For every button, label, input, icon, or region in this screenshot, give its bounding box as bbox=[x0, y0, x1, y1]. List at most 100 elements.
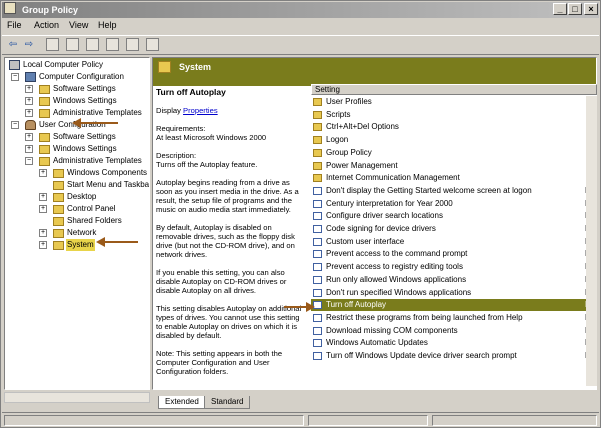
list-item[interactable]: Ctrl+Alt+Del Options bbox=[311, 121, 586, 133]
arrowhead-icon bbox=[72, 118, 81, 128]
description-paragraph: Note: This setting appears in both the C… bbox=[156, 349, 283, 376]
setting-name: Prevent access to registry editing tools bbox=[326, 262, 463, 272]
arrowhead-icon bbox=[96, 237, 105, 247]
settings-list: User Profiles Scripts Ctrl+Alt+Del Options… bbox=[311, 96, 586, 386]
expand-icon[interactable]: + bbox=[39, 193, 47, 201]
expand-icon[interactable]: + bbox=[39, 241, 47, 249]
folder-icon bbox=[53, 229, 64, 238]
collapse-icon[interactable]: − bbox=[11, 73, 19, 81]
expand-icon[interactable]: + bbox=[25, 85, 33, 93]
folder-icon bbox=[53, 181, 64, 190]
up-folder-icon[interactable] bbox=[46, 38, 59, 51]
list-column-header[interactable]: Setting bbox=[311, 84, 597, 95]
annotation-arrow bbox=[80, 122, 118, 124]
collapse-icon[interactable]: − bbox=[25, 157, 33, 165]
menu-view[interactable]: View bbox=[69, 20, 88, 30]
list-item[interactable]: Restrict these programs from being launc… bbox=[311, 312, 586, 324]
setting-icon bbox=[313, 326, 322, 335]
list-item[interactable]: Don't run specified Windows applications… bbox=[311, 287, 586, 299]
maximize-button[interactable]: □ bbox=[568, 3, 582, 15]
setting-icon bbox=[313, 288, 322, 297]
setting-name: Restrict these programs from being launc… bbox=[326, 312, 523, 322]
properties-icon[interactable] bbox=[86, 38, 99, 51]
expand-icon[interactable]: + bbox=[39, 229, 47, 237]
setting-name: Windows Automatic Updates bbox=[326, 338, 428, 348]
show-hide-tree-icon[interactable] bbox=[66, 38, 79, 51]
setting-icon bbox=[313, 186, 322, 195]
expand-icon[interactable]: + bbox=[25, 97, 33, 105]
tree-pane[interactable]: Local Computer Policy − Computer Configur… bbox=[4, 57, 150, 390]
list-item[interactable]: Turn off AutoplayNo bbox=[311, 299, 586, 312]
tab-extended[interactable]: Extended bbox=[158, 396, 206, 409]
annotation-arrow bbox=[284, 306, 306, 308]
forward-icon[interactable]: ⇨ bbox=[22, 38, 36, 51]
list-item[interactable]: Custom user interfaceNo bbox=[311, 236, 586, 248]
setting-name: Internet Communication Management bbox=[326, 173, 460, 183]
menu-bar: File Action View Help bbox=[2, 19, 599, 34]
list-item[interactable]: Run only allowed Windows applicationsNo bbox=[311, 274, 586, 286]
setting-name: Group Policy bbox=[326, 147, 372, 157]
folder-icon bbox=[53, 205, 64, 214]
list-item[interactable]: Prevent access to the command promptNo bbox=[311, 248, 586, 260]
description-paragraph: Autoplay begins reading from a drive as … bbox=[156, 178, 299, 214]
list-item[interactable]: Internet Communication Management bbox=[311, 172, 586, 184]
list-item[interactable]: Configure driver search locationsNo bbox=[311, 210, 586, 222]
expand-icon[interactable]: + bbox=[25, 145, 33, 153]
list-item[interactable]: Download missing COM componentsNo bbox=[311, 325, 586, 337]
back-icon[interactable]: ⇦ bbox=[6, 38, 20, 51]
tree-horizontal-scrollbar[interactable] bbox=[4, 392, 150, 403]
export-list-icon[interactable] bbox=[106, 38, 119, 51]
list-item[interactable]: Group Policy bbox=[311, 147, 586, 159]
folder-icon bbox=[39, 145, 50, 154]
list-item[interactable]: Power Management bbox=[311, 160, 586, 172]
list-item[interactable]: User Profiles bbox=[311, 96, 586, 108]
setting-icon bbox=[313, 237, 322, 246]
list-item[interactable]: Logon bbox=[311, 134, 586, 146]
arrowhead-icon bbox=[306, 302, 315, 312]
status-cell bbox=[432, 415, 597, 426]
expand-icon[interactable]: + bbox=[39, 205, 47, 213]
setting-name: User Profiles bbox=[326, 97, 372, 106]
folder-icon bbox=[39, 157, 50, 166]
menu-help[interactable]: Help bbox=[98, 20, 117, 30]
folder-icon bbox=[53, 217, 64, 226]
description-title: Turn off Autoplay bbox=[156, 88, 226, 97]
menu-file[interactable]: File bbox=[7, 20, 22, 30]
list-vertical-scrollbar[interactable] bbox=[586, 96, 597, 386]
column-setting[interactable]: Setting bbox=[315, 85, 340, 94]
list-item[interactable]: Don't display the Getting Started welcom… bbox=[311, 185, 586, 197]
folder-icon bbox=[39, 97, 50, 106]
minimize-button[interactable]: _ bbox=[553, 3, 567, 15]
expand-icon[interactable]: + bbox=[25, 109, 33, 117]
setting-name: Don't display the Getting Started welcom… bbox=[326, 185, 532, 195]
list-item[interactable]: Prevent access to registry editing tools… bbox=[311, 261, 586, 273]
tab-standard[interactable]: Standard bbox=[204, 396, 251, 409]
list-item[interactable]: Scripts bbox=[311, 109, 586, 121]
requirements-value: At least Microsoft Windows 2000 bbox=[156, 133, 267, 142]
close-button[interactable]: × bbox=[584, 3, 598, 15]
setting-icon bbox=[313, 339, 322, 348]
expand-icon[interactable]: + bbox=[39, 169, 47, 177]
list-item[interactable]: Windows Automatic UpdatesNo bbox=[311, 337, 586, 349]
list-item[interactable]: Code signing for device driversNo bbox=[311, 223, 586, 235]
details-header: System bbox=[153, 58, 596, 76]
collapse-icon[interactable]: − bbox=[11, 121, 19, 129]
status-cell bbox=[308, 415, 428, 426]
setting-description: Turn off Autoplay Display Properties Req… bbox=[156, 88, 306, 395]
help-icon[interactable] bbox=[126, 38, 139, 51]
setting-name: Don't run specified Windows applications bbox=[326, 287, 472, 297]
window-title: Group Policy bbox=[22, 5, 79, 15]
setting-icon bbox=[313, 225, 322, 233]
view-icon[interactable] bbox=[146, 38, 159, 51]
menu-action[interactable]: Action bbox=[34, 20, 59, 30]
setting-icon bbox=[313, 250, 322, 259]
description-label: Description: bbox=[156, 151, 197, 160]
app-icon bbox=[4, 2, 16, 14]
list-item[interactable]: Turn off Windows Update device driver se… bbox=[311, 350, 586, 362]
folder-icon bbox=[53, 169, 64, 178]
properties-link[interactable]: Properties bbox=[183, 106, 218, 115]
setting-name: Configure driver search locations bbox=[326, 211, 443, 221]
setting-name: Run only allowed Windows applications bbox=[326, 274, 467, 284]
expand-icon[interactable]: + bbox=[25, 133, 33, 141]
list-item[interactable]: Century interpretation for Year 2000No bbox=[311, 198, 586, 210]
